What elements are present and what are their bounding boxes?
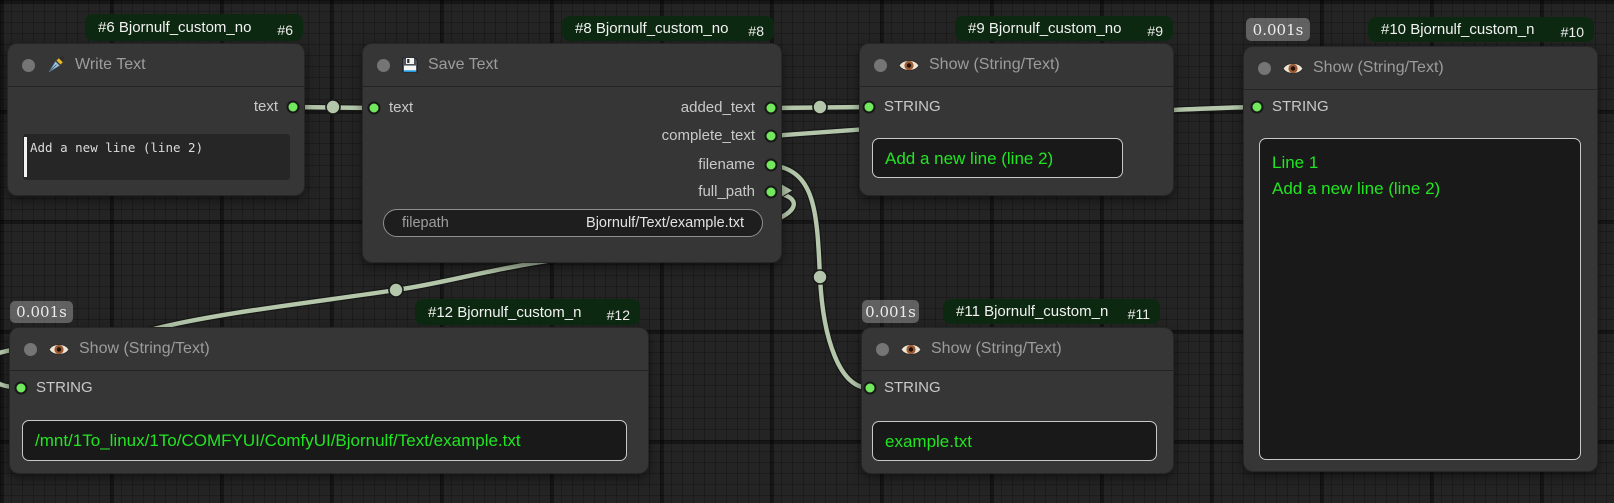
badge-title: #8 Bjornulf_custom_no: [575, 20, 728, 37]
execution-time-badge: 0.001s: [10, 301, 73, 323]
node-header: Show (String/Text): [10, 328, 648, 371]
node-title-badge: #6 Bjornulf_custom_no #6: [85, 14, 303, 41]
badge-node-id: #12: [607, 307, 630, 323]
badge-node-id: #8: [748, 23, 764, 39]
filepath-widget[interactable]: filepath Bjornulf/Text/example.txt: [383, 209, 763, 237]
collapse-dot[interactable]: [876, 343, 889, 356]
input-port-string[interactable]: [864, 382, 877, 395]
node-show-string-11[interactable]: Show (String/Text) STRING example.txt: [862, 328, 1173, 473]
show-text-box[interactable]: example.txt: [872, 421, 1157, 461]
badge-node-id: #11: [1128, 306, 1150, 322]
input-label-text: text: [389, 100, 413, 116]
output-port-added-text[interactable]: [765, 102, 778, 115]
input-port-string[interactable]: [15, 382, 28, 395]
node-title-badge: #12 Bjornulf_custom_n #12: [415, 299, 640, 325]
node-title-badge: #11 Bjornulf_custom_n #11: [943, 299, 1160, 324]
collapse-dot[interactable]: [1258, 62, 1271, 75]
node-title: Show (String/Text): [931, 340, 1062, 358]
output-label-full-path: full_path: [698, 184, 755, 200]
link-midpoint-dot: [813, 270, 827, 284]
node-title: Show (String/Text): [929, 56, 1060, 74]
collapse-dot[interactable]: [874, 59, 887, 72]
eye-icon: [900, 342, 922, 357]
badge-node-id: #6: [277, 22, 293, 38]
execution-time-badge: 0.001s: [1246, 18, 1310, 41]
output-label-added-text: added_text: [681, 100, 755, 116]
badge-title: #10 Bjornulf_custom_n: [1381, 21, 1534, 38]
output-label-text: text: [254, 99, 278, 115]
link-midpoint-dot: [326, 100, 340, 114]
text-input-area[interactable]: Add a new line (line 2): [23, 134, 290, 180]
show-text-value: Line 1 Add a new line (line 2): [1272, 153, 1440, 198]
output-port-filename[interactable]: [765, 159, 778, 172]
node-header: Show (String/Text): [860, 44, 1173, 87]
output-port-full-path[interactable]: [765, 186, 778, 199]
execution-time-badge: 0.001s: [862, 300, 919, 323]
floppy-icon: [401, 56, 419, 74]
text-caret: [24, 137, 27, 177]
input-port-string[interactable]: [1251, 101, 1264, 114]
output-label-filename: filename: [698, 157, 755, 173]
output-label-complete-text: complete_text: [662, 128, 755, 144]
node-header: Save Text: [363, 44, 781, 87]
eye-icon: [48, 342, 70, 357]
badge-title: #12 Bjornulf_custom_n: [428, 304, 581, 321]
widget-label: filepath: [402, 215, 449, 231]
widget-value: Bjornulf/Text/example.txt: [586, 215, 744, 231]
input-label-string: STRING: [36, 380, 93, 396]
badge-node-id: #10: [1561, 24, 1584, 40]
node-header: Show (String/Text): [862, 328, 1173, 371]
show-text-box[interactable]: Line 1 Add a new line (line 2): [1259, 138, 1581, 460]
node-title: Write Text: [75, 56, 146, 74]
node-title-badge: #10 Bjornulf_custom_n #10: [1368, 17, 1594, 42]
input-label-string: STRING: [884, 99, 941, 115]
collapse-dot[interactable]: [24, 343, 37, 356]
badge-title: #6 Bjornulf_custom_no: [98, 19, 251, 36]
node-title: Show (String/Text): [79, 340, 210, 358]
badge-title: #11 Bjornulf_custom_n: [956, 303, 1108, 320]
textarea-value: Add a new line (line 2): [30, 140, 203, 155]
node-title-badge: #8 Bjornulf_custom_no #8: [562, 16, 774, 41]
show-text-value: /mnt/1To_linux/1To/COMFYUI/ComfyUI/Bjorn…: [35, 431, 521, 450]
input-label-string: STRING: [1272, 99, 1329, 115]
output-port-text[interactable]: [287, 101, 300, 114]
node-header: Show (String/Text): [1244, 47, 1597, 90]
badge-node-id: #9: [1147, 23, 1163, 39]
show-text-box[interactable]: /mnt/1To_linux/1To/COMFYUI/ComfyUI/Bjorn…: [22, 420, 627, 461]
node-write-text[interactable]: Write Text text Add a new line (line 2): [8, 44, 304, 195]
node-title: Show (String/Text): [1313, 59, 1444, 77]
show-text-value: example.txt: [885, 432, 972, 451]
collapse-dot[interactable]: [377, 59, 390, 72]
input-label-string: STRING: [884, 380, 941, 396]
badge-title: #9 Bjornulf_custom_no: [968, 20, 1121, 37]
node-show-string-10[interactable]: Show (String/Text) STRING Line 1 Add a n…: [1244, 47, 1597, 471]
output-port-complete-text[interactable]: [765, 130, 778, 143]
input-port-text[interactable]: [368, 102, 381, 115]
eye-icon: [1282, 61, 1304, 76]
show-text-box[interactable]: Add a new line (line 2): [872, 138, 1123, 178]
show-text-value: Add a new line (line 2): [885, 149, 1053, 168]
node-title: Save Text: [428, 56, 498, 74]
input-port-string[interactable]: [863, 101, 876, 114]
pen-icon: [46, 55, 66, 75]
link-midpoint-dot: [389, 283, 403, 297]
node-show-string-12[interactable]: Show (String/Text) STRING /mnt/1To_linux…: [10, 328, 648, 473]
node-graph-canvas[interactable]: #6 Bjornulf_custom_no #6 Write Text text…: [0, 0, 1614, 503]
eye-icon: [898, 58, 920, 73]
node-header: Write Text: [8, 44, 304, 87]
node-title-badge: #9 Bjornulf_custom_no #9: [955, 16, 1173, 41]
node-save-text[interactable]: Save Text text added_text complete_text …: [363, 44, 781, 262]
node-show-string-9[interactable]: Show (String/Text) STRING Add a new line…: [860, 44, 1173, 195]
link-midpoint-dot: [813, 100, 827, 114]
collapse-dot[interactable]: [22, 59, 35, 72]
